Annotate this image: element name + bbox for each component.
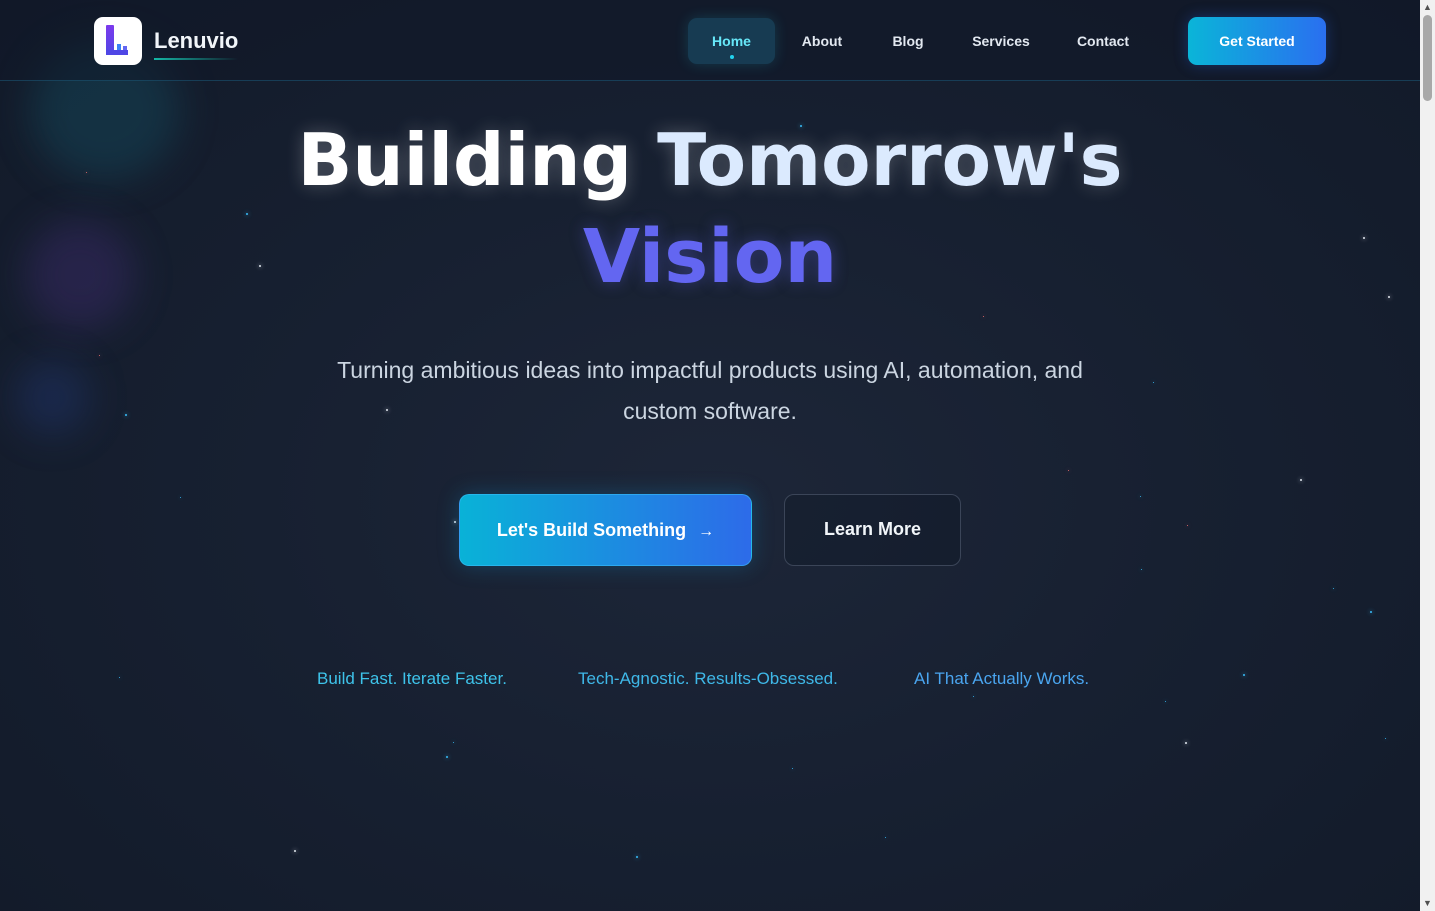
star-dot xyxy=(983,316,984,317)
nav-blog[interactable]: Blog xyxy=(874,18,942,64)
star-dot xyxy=(1141,569,1142,570)
star-dot xyxy=(1187,525,1188,526)
star-dot xyxy=(1165,701,1166,702)
star-dot xyxy=(99,355,100,356)
brand-name: Lenuvio xyxy=(154,28,239,60)
star-dot xyxy=(119,677,120,678)
star-dot xyxy=(1068,470,1069,471)
star-dot xyxy=(636,856,638,858)
vertical-scrollbar[interactable]: ▲ ▼ xyxy=(1420,0,1435,911)
star-dot xyxy=(294,850,296,852)
scrollbar-thumb[interactable] xyxy=(1423,15,1432,101)
lets-build-button[interactable]: Let's Build Something → xyxy=(459,494,752,566)
hero-title-line2: Vision xyxy=(582,214,838,300)
star-dot xyxy=(1243,674,1245,676)
nav-home[interactable]: Home xyxy=(688,18,775,64)
star-dot xyxy=(453,742,454,743)
star-dot xyxy=(1300,479,1302,481)
star-dot xyxy=(1333,588,1334,589)
scroll-down-arrow-icon[interactable]: ▼ xyxy=(1420,896,1435,911)
brand-logo-link[interactable]: Lenuvio xyxy=(94,17,239,65)
star-dot xyxy=(973,696,974,697)
star-dot xyxy=(180,497,181,498)
decorative-glow xyxy=(15,360,90,435)
lets-build-label: Let's Build Something xyxy=(496,520,687,540)
learn-more-button[interactable]: Learn More xyxy=(784,494,961,566)
page: Lenuvio Home About Blog Services Contact… xyxy=(0,0,1420,911)
star-dot xyxy=(446,756,448,758)
nav-about[interactable]: About xyxy=(786,18,858,64)
arrow-right-icon: → xyxy=(698,523,715,540)
star-dot xyxy=(1185,742,1187,744)
scroll-up-arrow-icon[interactable]: ▲ xyxy=(1420,0,1435,15)
star-dot xyxy=(125,414,127,416)
hero-title-line1: Building Tomorrow's xyxy=(0,118,1420,202)
tagline: Build Fast. Iterate Faster. xyxy=(317,669,507,688)
nav-services[interactable]: Services xyxy=(961,18,1041,64)
tagline: Tech-Agnostic. Results-Obsessed. xyxy=(578,669,838,688)
star-dot xyxy=(1153,382,1154,383)
star-dot xyxy=(885,837,886,838)
star-dot xyxy=(454,521,456,523)
star-dot xyxy=(1140,496,1141,497)
brand-logo-icon xyxy=(94,17,142,65)
star-dot xyxy=(1385,738,1386,739)
star-dot xyxy=(1370,611,1372,613)
get-started-button[interactable]: Get Started xyxy=(1188,17,1326,65)
tagline: AI That Actually Works. xyxy=(914,669,1090,688)
hero-title-word: Tomorrow's xyxy=(657,118,1123,202)
hero-subtitle: Turning ambitious ideas into impactful p… xyxy=(337,357,1083,424)
star-dot xyxy=(792,768,793,769)
hero-title-word: Building xyxy=(297,118,633,202)
nav-contact[interactable]: Contact xyxy=(1065,18,1141,64)
site-header: Lenuvio Home About Blog Services Contact… xyxy=(0,0,1420,81)
